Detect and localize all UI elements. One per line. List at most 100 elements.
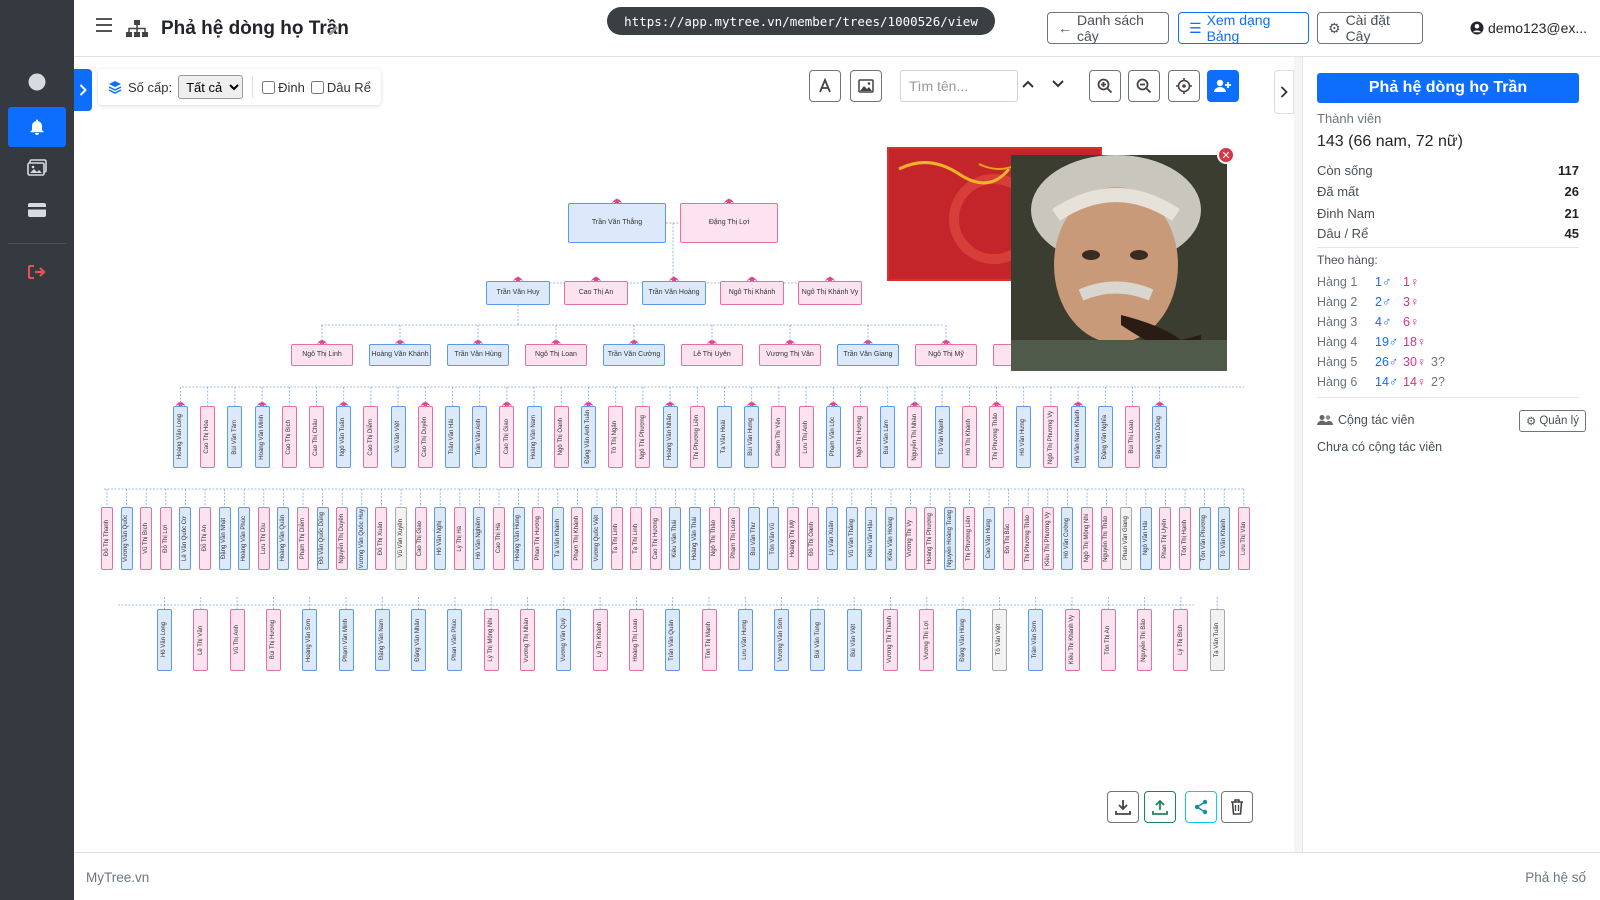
person-node[interactable]: Hồ Văn Long [157, 609, 172, 671]
person-node[interactable]: Thị Phương Thảo [989, 406, 1004, 468]
person-node[interactable]: Cao Thị Giao [499, 406, 515, 468]
locate-icon[interactable] [1168, 70, 1200, 102]
person-node[interactable]: Tôn Văn Phương [1198, 507, 1211, 570]
zoom-in-icon[interactable] [1089, 70, 1121, 102]
person-node[interactable]: Đỗ Thị Lợi [159, 507, 172, 570]
person-node[interactable]: Nguyễn Thị Duyên [336, 507, 349, 570]
person-node[interactable]: Đặng Văn Hùng [955, 609, 971, 671]
filter-dau-re[interactable]: Dâu Rể [310, 80, 371, 95]
tree-canvas[interactable]: Trần Văn Thắng Đặng Thị Lợi Trần Văn Huy Ca… [74, 57, 1294, 852]
person-node[interactable]: Phan Văn Phúc [447, 609, 463, 671]
person-node[interactable]: Phạm Văn Minh [338, 609, 354, 671]
person-node[interactable]: Vương Văn Sơn [774, 609, 790, 671]
person-node[interactable]: Cao Thị Giao [414, 507, 427, 570]
person-node[interactable]: Phan Thị Hương [532, 507, 545, 570]
person-node[interactable]: Đặng Văn Dũng [1152, 406, 1168, 468]
person-node[interactable]: Lê Thị Uyên [681, 344, 743, 366]
person-node[interactable]: Vũ Văn Xuyên [395, 507, 407, 570]
person-node[interactable]: Thị Phương Liên [689, 406, 705, 468]
person-node[interactable]: Hồ Thị Khánh [961, 406, 977, 468]
person-node[interactable]: Hồ Văn Cường [1061, 507, 1074, 570]
image-icon[interactable] [850, 70, 882, 102]
person-node[interactable]: Đỗ Văn Quốc Dũng [316, 507, 329, 570]
tree-settings-button[interactable]: ⚙ Cài đặt Cây [1317, 12, 1423, 44]
person-node[interactable]: Cao Thị Châu [309, 406, 324, 468]
person-node[interactable]: Lý Văn Xuân [826, 507, 839, 570]
person-node[interactable]: Đặng Thị Lợi [680, 203, 778, 243]
person-node[interactable]: Nguyễn Thị Nhàn [907, 406, 923, 468]
person-node[interactable]: Phạm Văn Lộc [825, 406, 841, 468]
person-node[interactable]: Trần Văn Giang [837, 344, 899, 366]
person-node[interactable]: Cao Văn Hùng [983, 507, 995, 570]
person-node[interactable]: Ngô Văn Hải [1139, 507, 1152, 570]
person-node[interactable]: Bùi Văn Tâm [227, 406, 243, 468]
bell-icon[interactable] [8, 107, 66, 147]
user-menu[interactable]: demo123@ex... [1470, 20, 1587, 36]
person-node[interactable]: Tôn Thị Hạnh [1179, 507, 1191, 570]
person-node[interactable]: Hồ Văn Nghị [434, 507, 447, 570]
person-node[interactable]: Lưu Văn Hưng [737, 609, 753, 671]
person-node[interactable]: Thị Phương Thảo [1022, 507, 1035, 570]
person-node[interactable]: Đặng Văn Nhân [411, 609, 427, 671]
trash-icon[interactable] [1221, 791, 1253, 823]
person-node[interactable]: Đặng Văn Anh Tuấn [581, 406, 596, 468]
person-node[interactable]: Vương Thị Nhàn [520, 609, 535, 671]
person-node[interactable]: Nguyễn Thị Thảo [1100, 507, 1113, 570]
person-node[interactable]: Tô Văn Mạnh [934, 406, 950, 468]
person-node[interactable]: Ngô Thị Khánh [720, 281, 784, 305]
person-node[interactable]: Hồ Văn Hưng [1016, 406, 1032, 468]
person-node[interactable]: Bùi Thị Hương [265, 609, 281, 671]
person-node[interactable]: Đỗ Thị Thanh [101, 507, 113, 570]
person-node[interactable]: Trần Văn Huy [486, 281, 550, 305]
person-node[interactable]: Vũ Văn Việt [390, 406, 406, 468]
logout-icon[interactable] [8, 252, 66, 292]
person-node[interactable]: Tôn Văn Vũ [767, 507, 780, 570]
person-node[interactable]: Kiều Văn Thái [669, 507, 682, 570]
person-node[interactable]: Kiều Văn Hoàng [885, 507, 897, 570]
edit-pencil-icon[interactable] [327, 23, 341, 37]
person-node[interactable]: Trần Văn Hải [445, 406, 460, 468]
person-node[interactable]: Đỗ Thị An [199, 507, 211, 570]
share-icon[interactable] [1185, 791, 1217, 823]
level-select[interactable]: Tất cả [178, 75, 244, 99]
person-node[interactable]: Ngô Văn Tuấn [336, 406, 352, 468]
menu-toggle-icon[interactable] [96, 18, 112, 32]
person-node[interactable]: Vương Quốc Việt [591, 507, 603, 570]
person-node[interactable]: Lý Thị Hà [453, 507, 466, 570]
person-node[interactable]: Bùi Văn Thư [747, 507, 760, 570]
person-node[interactable]: Phan Văn Giang [1120, 507, 1133, 570]
collapse-left-toggle[interactable] [74, 69, 92, 111]
person-node[interactable]: Vương Thị Lợi [919, 609, 935, 671]
person-node[interactable]: Phạm Thị Diễm [297, 507, 309, 570]
person-node[interactable]: Vũ Thị Bích [140, 507, 153, 570]
person-node[interactable]: Nguyễn Hoàng Trang [943, 507, 956, 570]
person-node[interactable]: Vương Văn Quý [556, 609, 572, 671]
person-node[interactable]: Đỗ Thị Oanh [806, 507, 819, 570]
circle-icon[interactable] [8, 62, 66, 102]
chevron-down-icon[interactable] [1050, 76, 1066, 92]
person-node[interactable]: Trần Văn Anh [472, 406, 488, 468]
person-node[interactable]: Tạ Thị Linh [630, 507, 643, 570]
person-node[interactable]: Ngô Thị Oanh [553, 406, 569, 468]
images-icon[interactable] [8, 147, 66, 187]
manage-collab-button[interactable]: ⚙ Quản lý [1519, 410, 1586, 432]
person-node[interactable]: Lưu Thị Dịu [257, 507, 270, 570]
filter-dinh[interactable]: Đinh [262, 80, 305, 95]
person-node[interactable]: Vũ Văn Thắng [845, 507, 858, 570]
person-node[interactable]: Lý Thị Khánh [592, 609, 608, 671]
person-node[interactable]: Đặng Văn Nghĩa [1097, 406, 1113, 468]
person-node[interactable]: Tôn Thị Mạnh [701, 609, 717, 671]
person-node[interactable]: Trần Văn Hoàng [642, 281, 706, 305]
close-image-icon[interactable]: ✕ [1217, 146, 1235, 164]
person-node[interactable]: Phạm Thị Yến [771, 406, 787, 468]
person-node[interactable]: Bùi Văn Tùng [810, 609, 826, 671]
person-node[interactable]: Trần Văn Cường [603, 344, 665, 366]
person-node[interactable]: Ngô Thị Mộng Nhi [1081, 507, 1093, 570]
person-node[interactable]: Hoàng Văn Minh [254, 406, 270, 468]
person-node[interactable]: Đỗ Thị Xuân [375, 507, 388, 570]
person-node[interactable]: Lê Văn Quốc Cơ [179, 507, 192, 570]
person-node[interactable]: Cao Thị Hương [649, 507, 662, 570]
person-node[interactable]: Hoàng Văn Nhân [662, 406, 678, 468]
person-node[interactable]: Cao Thị Duyên [417, 406, 433, 468]
person-node[interactable]: Cao Thị Diễm [363, 406, 379, 468]
